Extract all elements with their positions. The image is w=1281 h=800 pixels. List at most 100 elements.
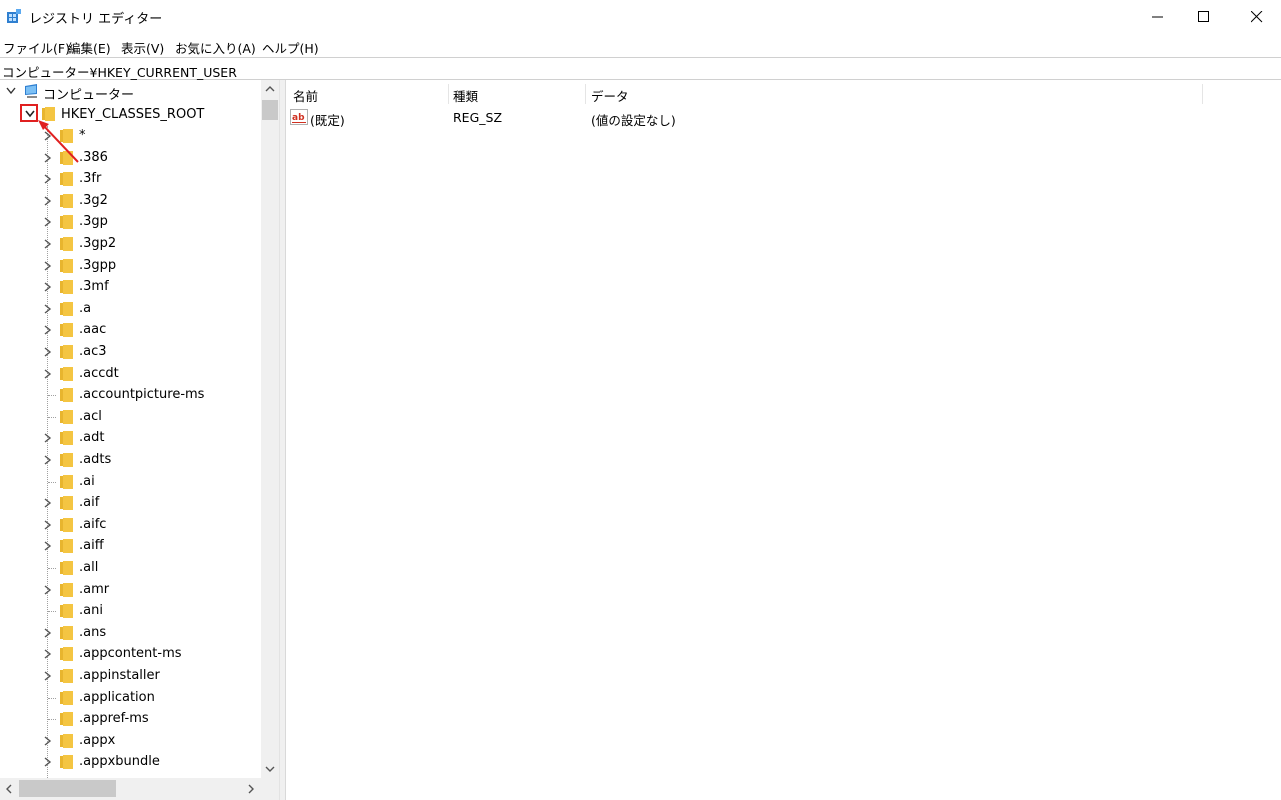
- tree-item[interactable]: .a: [0, 299, 260, 319]
- chevron-right-icon[interactable]: [44, 325, 52, 335]
- tree-item-label: .3mf: [79, 279, 109, 295]
- scroll-up-icon[interactable]: [265, 85, 275, 92]
- tree-item[interactable]: .ans: [0, 623, 260, 643]
- tree-pane[interactable]: コンピューター HKEY_CLASSES_ROOT * .386.3fr .3g2.…: [0, 80, 279, 800]
- tree-item-label: .accountpicture-ms: [79, 387, 205, 403]
- horizontal-scroll-thumb[interactable]: [19, 780, 116, 797]
- menu-view[interactable]: 表示(V): [121, 38, 164, 57]
- tree-item[interactable]: .aiff: [0, 536, 260, 556]
- scroll-left-icon[interactable]: [5, 784, 12, 794]
- tree-horizontal-scrollbar[interactable]: [0, 778, 261, 800]
- tree-item-label: .ans: [79, 624, 107, 640]
- value-row[interactable]: ab (既定) REG_SZ (値の設定なし): [286, 109, 1276, 129]
- chevron-right-icon[interactable]: [44, 455, 52, 465]
- tree-item[interactable]: .appcontent-ms: [0, 644, 260, 664]
- pane-splitter[interactable]: [279, 80, 286, 800]
- folder-icon: [60, 582, 73, 597]
- folder-icon: [60, 301, 73, 316]
- chevron-right-icon[interactable]: [44, 369, 52, 379]
- values-pane[interactable]: 名前 種類 データ ab (既定) REG_SZ (値の設定なし): [286, 80, 1281, 800]
- scroll-right-icon[interactable]: [248, 784, 255, 794]
- maximize-button[interactable]: [1181, 0, 1227, 33]
- tree-item[interactable]: .ai: [0, 472, 260, 492]
- tree-item-label: .adts: [79, 452, 112, 467]
- tree-item[interactable]: .acl: [0, 407, 260, 427]
- chevron-right-icon[interactable]: [44, 649, 52, 659]
- chevron-right-icon[interactable]: [44, 304, 52, 314]
- minimize-button[interactable]: [1135, 0, 1181, 33]
- tree-item-label: .3gp2: [79, 236, 117, 251]
- tree-item-label: .aiff: [79, 538, 104, 554]
- chevron-right-icon[interactable]: [44, 174, 52, 184]
- chevron-right-icon[interactable]: [44, 671, 52, 681]
- chevron-right-icon[interactable]: [44, 261, 52, 271]
- chevron-right-icon[interactable]: [44, 757, 52, 767]
- menu-edit[interactable]: 編集(E): [68, 38, 111, 57]
- tree-item[interactable]: .adts: [0, 450, 260, 470]
- tree-item[interactable]: .appx: [0, 731, 260, 751]
- address-bar[interactable]: コンピューター¥HKEY_CURRENT_USER: [0, 57, 1281, 80]
- tree-item[interactable]: .amr: [0, 580, 260, 600]
- tree-item[interactable]: .all: [0, 558, 260, 578]
- menu-favorites[interactable]: お気に入り(A): [175, 38, 256, 57]
- tree-root-label: コンピューター: [43, 88, 135, 103]
- tree-item[interactable]: .3mf: [0, 277, 260, 297]
- tree-item[interactable]: .ani: [0, 601, 260, 621]
- folder-icon: [60, 409, 73, 424]
- tree-item[interactable]: .appxbundle: [0, 752, 260, 772]
- chevron-right-icon[interactable]: [44, 347, 52, 357]
- chevron-right-icon[interactable]: [44, 520, 52, 530]
- folder-icon: [60, 258, 73, 273]
- address-path[interactable]: コンピューター¥HKEY_CURRENT_USER: [2, 62, 237, 81]
- chevron-right-icon[interactable]: [44, 196, 52, 206]
- chevron-right-icon[interactable]: [44, 433, 52, 443]
- tree-item-label: .aif: [79, 495, 100, 511]
- close-icon: [1251, 10, 1263, 22]
- column-header-type[interactable]: 種類: [453, 86, 478, 105]
- folder-icon: [60, 625, 73, 640]
- tree-item[interactable]: .accountpicture-ms: [0, 385, 260, 405]
- folder-icon: [60, 669, 73, 683]
- tree-item[interactable]: .3gp: [0, 212, 260, 232]
- folder-icon: [60, 280, 73, 295]
- tree-item[interactable]: .accdt: [0, 364, 260, 384]
- chevron-right-icon[interactable]: [44, 282, 52, 292]
- tree-item[interactable]: .3g2: [0, 191, 260, 211]
- menu-file[interactable]: ファイル(F): [3, 38, 70, 57]
- tree-vertical-scrollbar[interactable]: [261, 80, 279, 778]
- chevron-right-icon[interactable]: [44, 239, 52, 249]
- vertical-scroll-thumb[interactable]: [262, 100, 278, 120]
- column-separator[interactable]: [448, 84, 449, 104]
- tree-item[interactable]: .3gp2: [0, 234, 260, 254]
- tree-item-label: .appref-ms: [79, 711, 149, 727]
- tree-item[interactable]: .3fr: [0, 169, 260, 189]
- folder-icon: [60, 712, 73, 727]
- chevron-right-icon[interactable]: [44, 736, 52, 746]
- chevron-right-icon[interactable]: [44, 498, 52, 508]
- tree-item[interactable]: .adt: [0, 428, 260, 448]
- value-name: (既定): [310, 113, 345, 128]
- tree-item[interactable]: .aac: [0, 320, 260, 340]
- tree-root-computer[interactable]: コンピューター: [0, 82, 260, 103]
- menu-help[interactable]: ヘルプ(H): [262, 38, 319, 57]
- column-separator[interactable]: [585, 84, 586, 104]
- tree-item[interactable]: .aif: [0, 493, 260, 513]
- close-button[interactable]: [1234, 0, 1280, 33]
- column-separator[interactable]: [1202, 84, 1203, 104]
- tree-item-label: .appinstaller: [79, 668, 160, 683]
- tree-item[interactable]: .appinstaller: [0, 666, 260, 686]
- tree-item[interactable]: .aifc: [0, 515, 260, 535]
- tree-item[interactable]: .appref-ms: [0, 709, 260, 729]
- chevron-right-icon[interactable]: [44, 217, 52, 227]
- chevron-right-icon[interactable]: [44, 585, 52, 595]
- folder-icon: [60, 539, 73, 554]
- chevron-right-icon[interactable]: [44, 541, 52, 551]
- tree-item[interactable]: .application: [0, 688, 260, 708]
- tree-item[interactable]: .ac3: [0, 342, 260, 362]
- scroll-down-icon[interactable]: [265, 766, 275, 773]
- column-header-name[interactable]: 名前: [293, 86, 318, 105]
- column-header-data[interactable]: データ: [591, 86, 629, 105]
- tree-item[interactable]: .3gpp: [0, 256, 260, 276]
- chevron-down-icon[interactable]: [6, 87, 16, 95]
- chevron-right-icon[interactable]: [44, 628, 52, 638]
